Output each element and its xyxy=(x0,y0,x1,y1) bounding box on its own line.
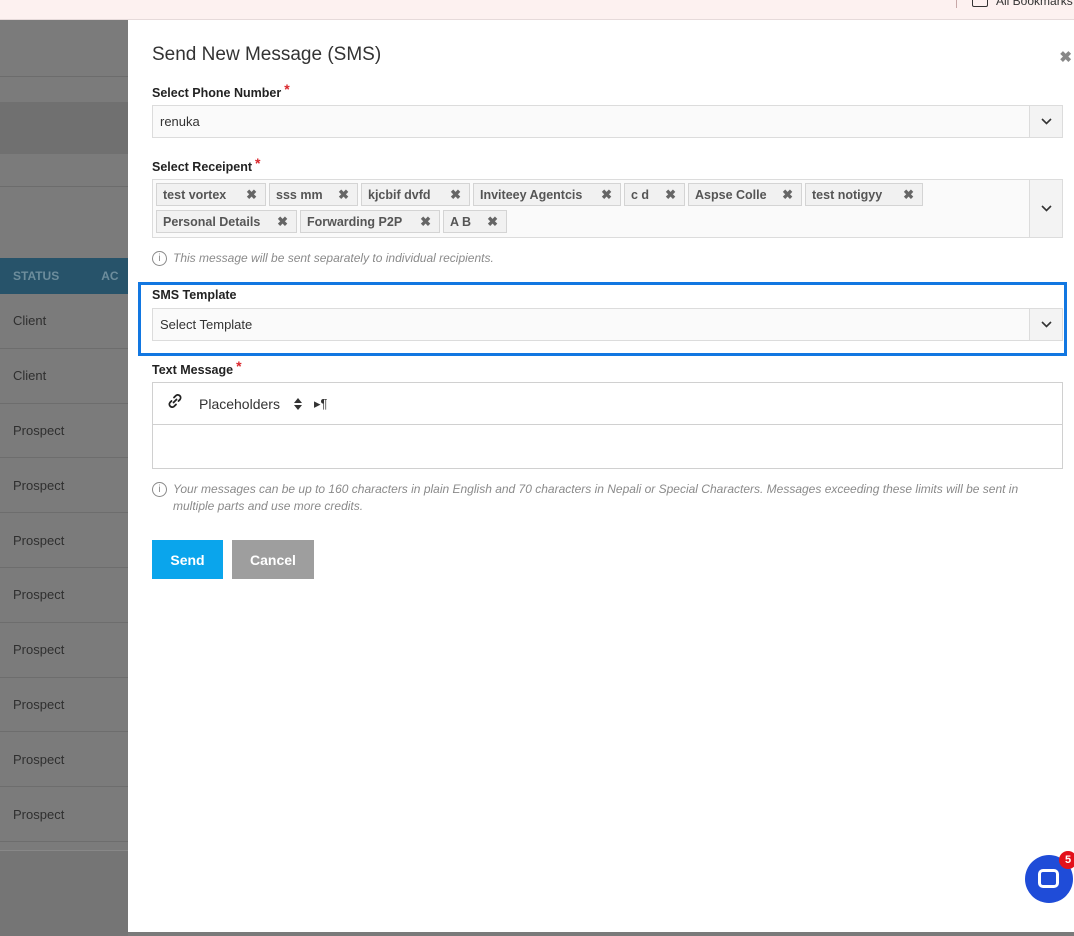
recipient-tag: Personal Details ✖ xyxy=(156,210,297,233)
column-header-status: STATUS xyxy=(13,269,60,283)
tag-label: test notigyy xyxy=(812,187,883,202)
recipient-tag: Forwarding P2P ✖ xyxy=(300,210,440,233)
recipient-label-text: Select Receipent xyxy=(152,160,253,174)
browser-bookmarks-bar: All Bookmarks xyxy=(0,0,1074,20)
chat-badge: 5 xyxy=(1059,851,1074,869)
table-row: Prospect xyxy=(0,458,128,514)
remove-tag-icon[interactable]: ✖ xyxy=(665,187,684,203)
remove-tag-icon[interactable]: ✖ xyxy=(601,187,620,203)
background-table-body: Client Client Prospect Prospect Prospect… xyxy=(0,294,128,842)
tag-label: A B xyxy=(450,214,472,229)
sort-arrows-icon xyxy=(293,397,302,410)
chat-launcher-button[interactable]: 5 xyxy=(1025,851,1074,903)
recipient-tag-list: test vortex ✖ sss mm ✖ kjcbif dvfd ✖ Invite… xyxy=(156,183,1026,233)
chevron-down-icon[interactable] xyxy=(1029,309,1062,340)
background-page: STATUS AC Client Client Prospect Prospec… xyxy=(0,20,128,936)
send-button[interactable]: Send xyxy=(152,540,223,579)
tag-label: c d xyxy=(631,187,650,202)
recipient-note: i This message will be sent separately t… xyxy=(152,250,494,267)
text-message-editor: Placeholders ▸¶ xyxy=(152,382,1063,469)
table-row: Prospect xyxy=(0,787,128,842)
phone-number-select[interactable]: renuka xyxy=(152,105,1063,138)
text-message-label: Text Message * xyxy=(152,358,242,377)
cancel-button[interactable]: Cancel xyxy=(232,540,314,579)
background-band xyxy=(0,102,128,154)
placeholders-dropdown[interactable]: Placeholders xyxy=(199,396,302,412)
template-value: Select Template xyxy=(160,317,253,332)
chevron-down-icon[interactable] xyxy=(1029,180,1062,237)
table-row: Prospect xyxy=(0,623,128,678)
remove-tag-icon[interactable]: ✖ xyxy=(420,214,439,230)
background-divider xyxy=(0,186,128,187)
recipient-tag: test notigyy ✖ xyxy=(805,183,923,206)
phone-number-value: renuka xyxy=(160,114,200,129)
text-message-label-text: Text Message xyxy=(152,363,234,377)
required-marker: * xyxy=(255,155,261,171)
background-footer xyxy=(0,850,128,936)
recipient-multiselect[interactable]: test vortex ✖ sss mm ✖ kjcbif dvfd ✖ Invite… xyxy=(152,179,1063,238)
template-label: SMS Template xyxy=(152,288,237,302)
placeholders-label: Placeholders xyxy=(199,395,280,412)
template-select[interactable]: Select Template xyxy=(152,308,1063,341)
background-divider xyxy=(0,76,128,77)
table-row: Client xyxy=(0,294,128,349)
tag-label: sss mm xyxy=(276,187,323,202)
tag-label: Aspse Colle xyxy=(695,187,767,202)
bookmarks-separator xyxy=(956,0,957,8)
background-table-header: STATUS AC xyxy=(0,258,128,294)
tag-label: Personal Details xyxy=(163,214,261,229)
recipient-tag: test vortex ✖ xyxy=(156,183,266,206)
all-bookmarks-button[interactable]: All Bookmarks xyxy=(972,0,1073,8)
remove-tag-icon[interactable]: ✖ xyxy=(338,187,357,203)
recipient-tag: sss mm ✖ xyxy=(269,183,358,206)
info-icon: i xyxy=(152,482,167,497)
table-row: Prospect xyxy=(0,732,128,788)
link-icon[interactable] xyxy=(167,393,183,414)
close-icon[interactable]: ✖ xyxy=(1059,48,1072,66)
all-bookmarks-label: All Bookmarks xyxy=(996,0,1073,8)
column-header-action: AC xyxy=(101,269,119,283)
recipient-tag: Aspse Colle ✖ xyxy=(688,183,802,206)
modal-title: Send New Message (SMS) xyxy=(152,44,382,65)
recipient-tag: A B ✖ xyxy=(443,210,507,233)
recipient-tag: c d ✖ xyxy=(624,183,685,206)
table-row: Prospect xyxy=(0,678,128,733)
phone-number-label: Select Phone Number * xyxy=(152,81,290,100)
table-row: Client xyxy=(0,349,128,404)
remove-tag-icon[interactable]: ✖ xyxy=(782,187,801,203)
remove-tag-icon[interactable]: ✖ xyxy=(903,187,922,203)
message-length-note: i Your messages can be up to 160 charact… xyxy=(152,481,1052,515)
remove-tag-icon[interactable]: ✖ xyxy=(246,187,265,203)
required-marker: * xyxy=(284,81,290,97)
table-row: Prospect xyxy=(0,568,128,623)
table-row: Prospect xyxy=(0,404,128,459)
table-row: Prospect xyxy=(0,513,128,568)
remove-tag-icon[interactable]: ✖ xyxy=(450,187,469,203)
recipient-tag: Inviteey Agentcis ✖ xyxy=(473,183,621,206)
recipient-tag: kjcbif dvfd ✖ xyxy=(361,183,470,206)
text-message-input[interactable] xyxy=(153,425,1062,469)
folder-icon xyxy=(972,0,988,7)
chat-icon xyxy=(1038,869,1059,888)
recipient-note-text: This message will be sent separately to … xyxy=(173,251,494,265)
remove-tag-icon[interactable]: ✖ xyxy=(277,214,296,230)
tag-label: Forwarding P2P xyxy=(307,214,403,229)
editor-toolbar: Placeholders ▸¶ xyxy=(153,383,1062,425)
message-length-note-text: Your messages can be up to 160 character… xyxy=(173,482,1019,513)
info-icon: i xyxy=(152,251,167,266)
phone-number-label-text: Select Phone Number xyxy=(152,86,282,100)
recipient-label: Select Receipent * xyxy=(152,155,261,174)
chevron-down-icon[interactable] xyxy=(1029,106,1062,137)
text-direction-ltr-icon[interactable]: ▸¶ xyxy=(314,396,328,412)
remove-tag-icon[interactable]: ✖ xyxy=(487,214,506,230)
tag-label: test vortex xyxy=(163,187,227,202)
tag-label: Inviteey Agentcis xyxy=(480,187,583,202)
tag-label: kjcbif dvfd xyxy=(368,187,431,202)
send-sms-modal: Send New Message (SMS) ✖ Select Phone Nu… xyxy=(128,20,1074,932)
required-marker: * xyxy=(236,358,242,374)
